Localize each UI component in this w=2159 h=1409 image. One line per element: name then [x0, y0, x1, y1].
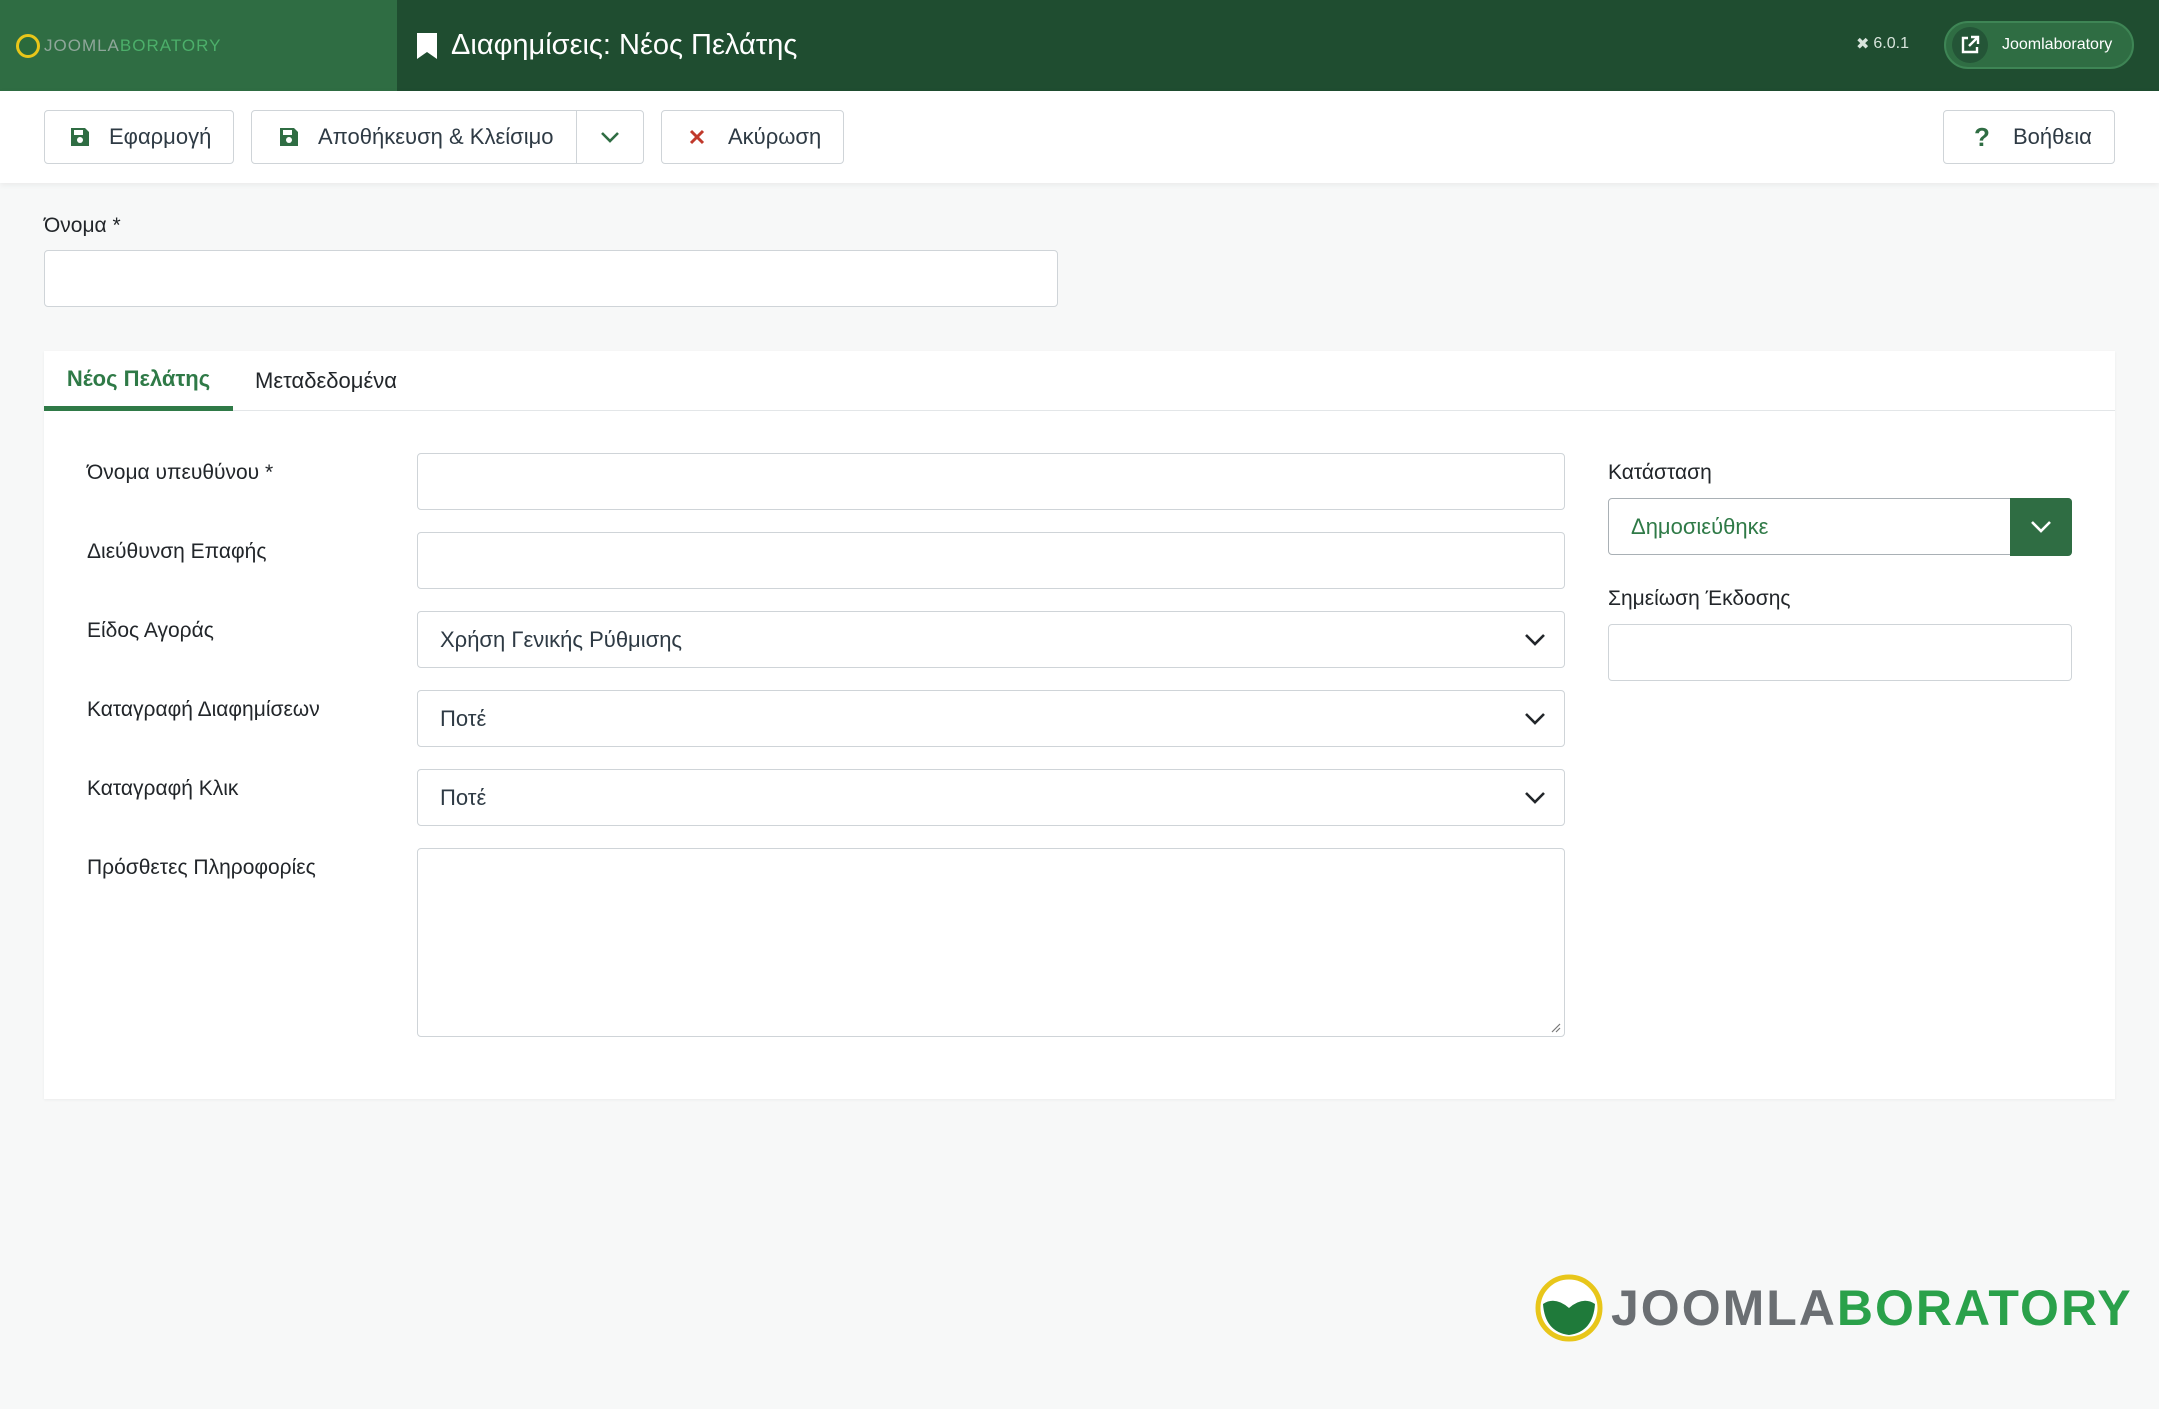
apply-label: Εφαρμογή	[109, 124, 212, 149]
chevron-down-icon	[601, 132, 619, 143]
status-select[interactable]: Δημοσιεύθηκε	[1608, 498, 2072, 556]
toolbar: Εφαρμογή Αποθήκευση & Κλείσιμο Ακύρωση ?…	[0, 91, 2159, 183]
name-input[interactable]	[44, 250, 1058, 307]
external-link-icon	[1952, 27, 1988, 63]
edit-card: Νέος Πελάτης Μεταδεδομένα Όνομα υπευθύνο…	[44, 351, 2115, 1099]
joomla-logo-icon	[16, 33, 40, 58]
purchase-type-value: Χρήση Γενικής Ρύθμισης	[440, 626, 683, 652]
view-site-button[interactable]: Joomlaboratory	[1944, 21, 2134, 69]
contact-email-input[interactable]	[417, 532, 1565, 589]
cancel-label: Ακύρωση	[728, 124, 822, 149]
track-impressions-value: Ποτέ	[440, 705, 487, 731]
brand-text-right: BORATORY	[119, 35, 222, 55]
track-impressions-select[interactable]: Ποτέ	[417, 690, 1565, 747]
app-header: JOOMLABORATORY Διαφημίσεις: Νέος Πελάτης…	[0, 0, 2159, 91]
version-text: 6.0.1	[1873, 35, 1909, 52]
joomla-icon: ✖	[1856, 36, 1870, 53]
chevron-down-icon	[1525, 791, 1545, 804]
save-close-button-group: Αποθήκευση & Κλείσιμο	[251, 110, 644, 164]
resize-handle-icon[interactable]	[1549, 1021, 1561, 1033]
question-icon: ?	[1974, 121, 1990, 152]
save-icon	[278, 126, 300, 148]
brand-text-left: JOOMLA	[44, 35, 120, 55]
version-note-label: Σημείωση Έκδοσης	[1608, 587, 1791, 610]
save-icon	[69, 126, 91, 148]
tab-metadata[interactable]: Μεταδεδομένα	[255, 351, 397, 411]
save-options-dropdown-toggle[interactable]	[577, 111, 643, 163]
joomlaboratory-logo-icon	[1535, 1274, 1603, 1342]
purchase-type-select[interactable]: Χρήση Γενικής Ρύθμισης	[417, 611, 1565, 668]
cancel-button[interactable]: Ακύρωση	[661, 110, 844, 164]
footer-logo-text: JOOMLABORATORY	[1611, 1279, 2133, 1337]
save-close-button[interactable]: Αποθήκευση & Κλείσιμο	[252, 111, 577, 163]
chevron-down-icon	[2031, 521, 2051, 533]
footer-logo-text-left: JOOMLA	[1611, 1280, 1837, 1336]
save-close-label: Αποθήκευση & Κλείσιμο	[318, 124, 554, 149]
bookmark-icon	[417, 32, 437, 59]
name-label: Όνομα *	[44, 214, 121, 237]
contact-name-input[interactable]	[417, 453, 1565, 510]
tab-bar: Νέος Πελάτης Μεταδεδομένα	[44, 351, 2115, 411]
help-label: Βοήθεια	[2013, 124, 2092, 149]
purchase-type-label: Είδος Αγοράς	[87, 619, 214, 642]
brand-text: JOOMLABORATORY	[44, 36, 221, 56]
close-icon	[686, 126, 708, 148]
version-note-input[interactable]	[1608, 624, 2072, 681]
apply-button[interactable]: Εφαρμογή	[44, 110, 234, 164]
help-button[interactable]: ? Βοήθεια	[1943, 110, 2115, 164]
track-impressions-label: Καταγραφή Διαφημίσεων	[87, 698, 320, 721]
contact-email-label: Διεύθυνση Επαφής	[87, 540, 267, 563]
page-title-text: Διαφημίσεις: Νέος Πελάτης	[451, 29, 798, 61]
footer-logo-text-right: BORATORY	[1836, 1280, 2133, 1336]
status-dropdown-toggle[interactable]	[2010, 498, 2072, 556]
extra-info-label: Πρόσθετες Πληροφορίες	[87, 856, 316, 879]
track-clicks-select[interactable]: Ποτέ	[417, 769, 1565, 826]
chevron-down-icon	[1525, 712, 1545, 725]
page-title: Διαφημίσεις: Νέος Πελάτης	[417, 29, 797, 62]
version-badge: ✖ 6.0.1	[1856, 34, 1909, 54]
contact-name-label: Όνομα υπευθύνου *	[87, 461, 274, 484]
tab-new-client[interactable]: Νέος Πελάτης	[44, 351, 233, 411]
view-site-label: Joomlaboratory	[2002, 36, 2113, 53]
track-clicks-label: Καταγραφή Κλικ	[87, 777, 239, 800]
status-label: Κατάσταση	[1608, 461, 1712, 484]
brand-logo[interactable]: JOOMLABORATORY	[0, 0, 397, 91]
extra-info-textarea[interactable]	[417, 848, 1565, 1037]
footer-logo: JOOMLABORATORY	[1535, 1274, 2133, 1342]
status-value: Δημοσιεύθηκε	[1631, 513, 1769, 539]
chevron-down-icon	[1525, 633, 1545, 646]
track-clicks-value: Ποτέ	[440, 784, 487, 810]
